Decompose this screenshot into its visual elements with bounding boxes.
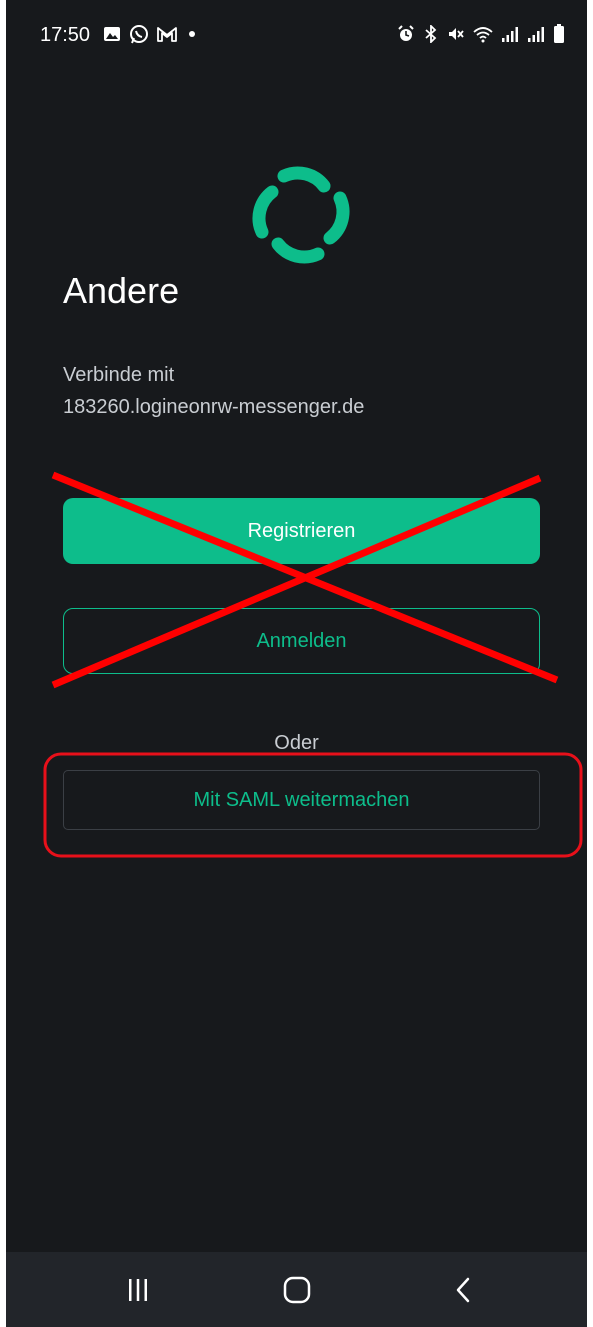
- dot-icon: [189, 31, 195, 37]
- login-button[interactable]: Anmelden: [63, 608, 540, 674]
- wifi-icon: [473, 27, 493, 43]
- notification-icons: [102, 23, 200, 45]
- signal-icon: [502, 27, 518, 42]
- saml-button[interactable]: Mit SAML weitermachen: [63, 770, 540, 830]
- system-icons: [397, 24, 565, 44]
- page-title: Andere: [63, 270, 180, 311]
- image-icon: [104, 27, 120, 41]
- whatsapp-icon: [130, 25, 148, 44]
- status-time: 17:50: [40, 24, 91, 46]
- bluetooth-icon: [425, 25, 437, 43]
- back-icon: [456, 1277, 470, 1303]
- register-button-label: Registrieren: [247, 519, 356, 542]
- battery-icon: [554, 24, 564, 43]
- server-address: 183260.logineonrw-messenger.de: [63, 396, 365, 418]
- or-label: Oder: [274, 732, 319, 754]
- alarm-icon: [398, 25, 414, 41]
- register-button[interactable]: Registrieren: [63, 498, 540, 564]
- home-button[interactable]: [267, 1270, 327, 1310]
- signal-icon: [528, 27, 544, 42]
- element-logo-icon: [252, 166, 350, 264]
- recent-apps-button[interactable]: [108, 1270, 168, 1310]
- login-button-label: Anmelden: [256, 629, 347, 652]
- status-bar: 17:50: [6, 0, 587, 70]
- recent-apps-icon: [129, 1279, 147, 1301]
- home-icon: [283, 1276, 311, 1304]
- connect-label: Verbinde mit: [63, 364, 175, 386]
- mute-icon: [449, 28, 464, 40]
- login-screen: 17:50 Andere Verbinde mit 183260.logineo…: [6, 0, 587, 1327]
- gmail-icon: [157, 27, 177, 42]
- saml-button-label: Mit SAML weitermachen: [193, 788, 410, 811]
- navigation-bar: [6, 1252, 587, 1327]
- back-button[interactable]: [433, 1270, 493, 1310]
